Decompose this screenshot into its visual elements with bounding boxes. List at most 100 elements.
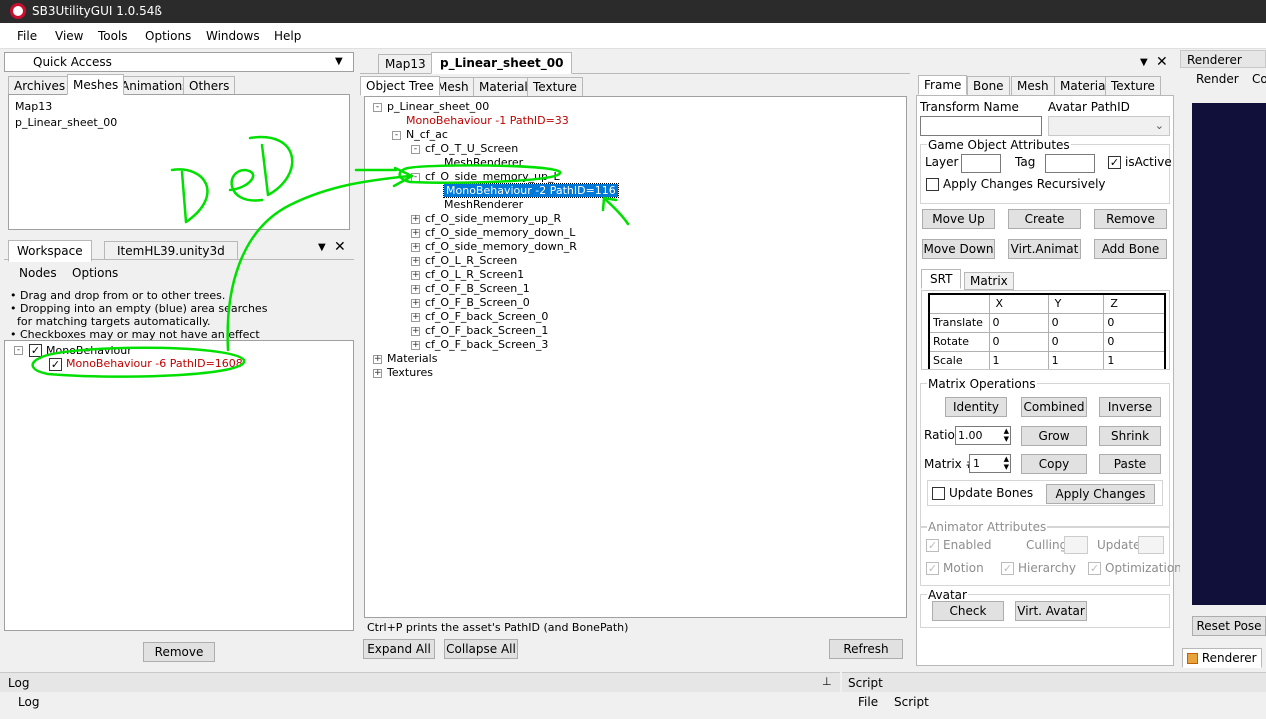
tree-node[interactable]: Materials <box>387 352 437 365</box>
object-tree[interactable]: - p_Linear_sheet_00 MonoBehaviour -1 PathI… <box>364 96 907 618</box>
update-bones-checkbox[interactable] <box>932 487 945 500</box>
workspace-tree[interactable]: - ✓ MonoBehaviour ✓ MonoBehaviour -6 Pat… <box>4 340 354 631</box>
tree-node[interactable]: cf_O_F_B_Screen_1 <box>425 282 530 295</box>
srt-cell[interactable]: 0 <box>988 331 1049 352</box>
tab-frame[interactable]: Frame <box>918 75 968 95</box>
expand-icon[interactable]: + <box>411 285 420 294</box>
menu-log[interactable]: Log <box>18 695 39 709</box>
tab-others[interactable]: Others <box>183 76 236 96</box>
tab-mesh[interactable]: Mesh <box>1011 76 1055 96</box>
tree-node[interactable]: cf_O_side_memory_down_R <box>425 240 577 253</box>
tree-node[interactable]: cf_O_F_back_Screen_0 <box>425 310 548 323</box>
spin-arrows-icon[interactable]: ▲ ▼ <box>1004 455 1009 471</box>
tree-node[interactable]: p_Linear_sheet_00 <box>387 100 489 113</box>
shrink-button[interactable]: Shrink <box>1099 426 1161 446</box>
close-icon[interactable]: ✕ <box>1156 54 1168 70</box>
srt-cell[interactable]: 0 <box>988 312 1049 333</box>
srt-cell[interactable]: 1 <box>1103 350 1166 369</box>
menu-windows[interactable]: Windows <box>206 29 260 43</box>
menu-file[interactable]: File <box>858 695 878 709</box>
workspace-root-node[interactable]: MonoBehaviour <box>46 344 132 357</box>
pin-icon[interactable]: ⊥ <box>822 675 832 688</box>
menu-script[interactable]: Script <box>894 695 929 709</box>
menu-help[interactable]: Help <box>274 29 301 43</box>
tab-map13[interactable]: Map13 <box>378 54 433 74</box>
expand-icon[interactable]: + <box>411 341 420 350</box>
paste-button[interactable]: Paste <box>1099 454 1161 474</box>
tree-node[interactable]: cf_O_side_memory_up_R <box>425 212 561 225</box>
menu-file[interactable]: File <box>17 29 37 43</box>
optimization-checkbox[interactable]: ✓ <box>1088 562 1101 575</box>
apply-recursive-checkbox[interactable] <box>926 178 939 191</box>
tree-node[interactable]: MonoBehaviour -2 PathID=116 <box>443 183 619 198</box>
srt-cell[interactable]: 0 <box>1103 331 1166 352</box>
srt-cell[interactable]: 0 <box>1047 331 1105 352</box>
tab-texture[interactable]: Texture <box>527 77 583 97</box>
expand-icon[interactable]: + <box>411 215 420 224</box>
menu-view[interactable]: View <box>55 29 83 43</box>
menu-render[interactable]: Render <box>1196 72 1239 86</box>
layer-input[interactable] <box>961 154 1001 173</box>
expand-icon[interactable]: + <box>373 355 382 364</box>
culling-input[interactable] <box>1064 536 1088 554</box>
tab-p-linear-sheet[interactable]: p_Linear_sheet_00 <box>431 52 573 74</box>
tab-srt[interactable]: SRT <box>921 269 962 289</box>
enabled-checkbox[interactable]: ✓ <box>926 539 939 552</box>
srt-cell[interactable]: 0 <box>1103 312 1166 333</box>
close-icon[interactable]: ✕ <box>334 239 346 255</box>
refresh-button[interactable]: Refresh <box>829 639 903 659</box>
virt-avatar-button[interactable]: Virt. Avatar <box>1015 601 1087 621</box>
tree-node[interactable]: cf_O_side_memory_up_L <box>425 170 560 183</box>
reset-pose-button[interactable]: Reset Pose <box>1192 616 1266 636</box>
inverse-button[interactable]: Inverse <box>1099 397 1161 417</box>
tree-node[interactable]: cf_O_F_B_Screen_0 <box>425 296 530 309</box>
expand-icon[interactable]: + <box>411 313 420 322</box>
render-viewport[interactable] <box>1192 103 1266 605</box>
dropdown-arrow-icon[interactable]: ▼ <box>335 56 343 67</box>
tag-input[interactable] <box>1045 154 1095 173</box>
remove-button[interactable]: Remove <box>143 642 215 662</box>
hierarchy-checkbox[interactable]: ✓ <box>1001 562 1014 575</box>
menu-tools[interactable]: Tools <box>98 29 128 43</box>
expand-icon[interactable]: + <box>411 299 420 308</box>
meshes-list[interactable]: Map13 p_Linear_sheet_00 <box>8 94 350 230</box>
collapse-icon[interactable]: - <box>392 131 401 140</box>
tree-node[interactable]: cf_O_L_R_Screen <box>425 254 517 267</box>
virt-animat-button[interactable]: Virt.Animat <box>1008 239 1081 259</box>
expand-icon[interactable]: + <box>411 257 420 266</box>
collapse-icon[interactable]: - <box>14 346 23 355</box>
tab-meshes[interactable]: Meshes <box>67 74 125 95</box>
tab-texture[interactable]: Texture <box>1105 76 1161 96</box>
is-active-checkbox[interactable]: ✓ <box>1108 156 1121 169</box>
grow-button[interactable]: Grow <box>1021 426 1087 446</box>
update-input[interactable] <box>1138 536 1164 554</box>
menu-options[interactable]: Options <box>145 29 191 43</box>
add-bone-button[interactable]: Add Bone <box>1094 239 1167 259</box>
tree-node[interactable]: Textures <box>387 366 433 379</box>
collapse-icon[interactable]: - <box>411 173 420 182</box>
srt-cell[interactable]: 0 <box>1047 312 1105 333</box>
tree-node[interactable]: MeshRenderer <box>444 198 523 211</box>
move-down-button[interactable]: Move Down <box>922 239 995 259</box>
tree-node[interactable]: cf_O_F_back_Screen_1 <box>425 324 548 337</box>
tab-itemhl39[interactable]: ItemHL39.unity3d <box>104 241 238 261</box>
workspace-root-checkbox[interactable]: ✓ <box>29 344 42 357</box>
expand-icon[interactable]: + <box>411 243 420 252</box>
tree-node[interactable]: MonoBehaviour -1 PathID=33 <box>406 114 569 127</box>
ratio-stepper[interactable]: 1.00 ▲ ▼ <box>955 426 1011 445</box>
srt-table[interactable]: X Y Z Translate 0 0 0 Rotate 0 0 0 Scale… <box>928 293 1166 369</box>
dropdown-arrow-icon[interactable]: ▼ <box>1140 57 1148 68</box>
tab-object-tree[interactable]: Object Tree <box>360 76 440 96</box>
tree-node[interactable]: MeshRenderer <box>444 156 523 169</box>
list-item[interactable]: p_Linear_sheet_00 <box>15 116 117 129</box>
menu-nodes[interactable]: Nodes <box>19 266 57 280</box>
menu-options[interactable]: Options <box>72 266 118 280</box>
expand-icon[interactable]: + <box>411 327 420 336</box>
check-button[interactable]: Check <box>932 601 1004 621</box>
copy-button[interactable]: Copy <box>1021 454 1087 474</box>
tree-node[interactable]: cf_O_T_U_Screen <box>425 142 518 155</box>
tab-workspace[interactable]: Workspace <box>8 240 92 262</box>
expand-icon[interactable]: + <box>411 271 420 280</box>
tab-archives[interactable]: Archives <box>8 76 72 96</box>
collapse-all-button[interactable]: Collapse All <box>444 639 518 659</box>
